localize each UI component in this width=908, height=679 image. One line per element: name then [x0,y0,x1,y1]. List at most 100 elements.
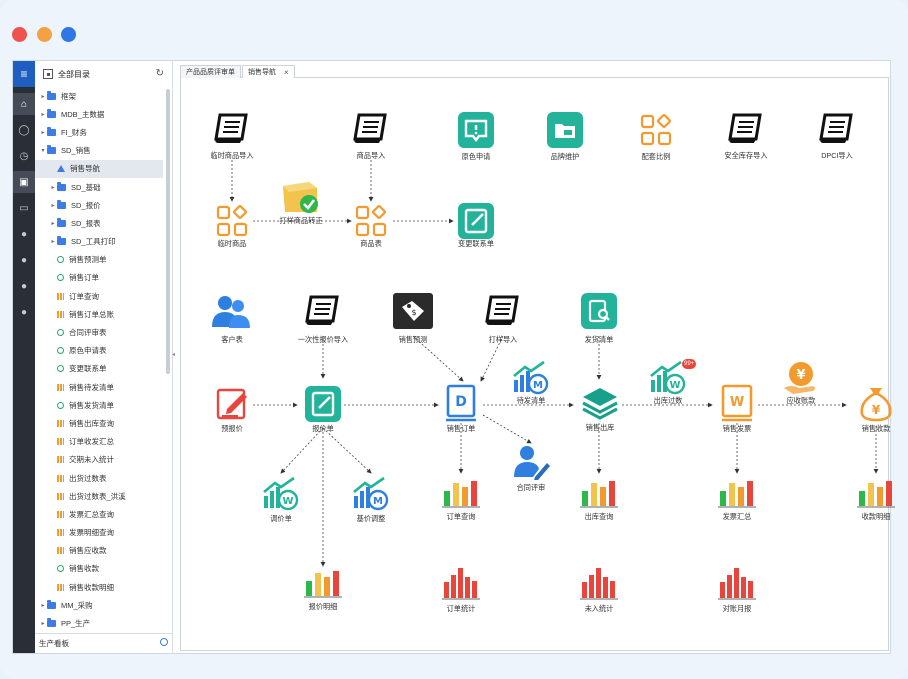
node-order-statistics[interactable]: 订单统计 [439,566,483,613]
node-change-contact[interactable]: 变更联系单 [454,203,498,248]
node-color-apply[interactable]: 原色申请 [454,112,498,161]
node-once-quote-import[interactable]: 一次性报价导入 [298,293,348,344]
node-quote-form[interactable]: 报价单 [301,386,345,433]
tree-item[interactable]: 订单收发汇总 [35,433,163,451]
tree-item[interactable]: 发票汇总查询 [35,505,163,523]
paper-icon [724,111,768,147]
node-sales-receipt[interactable]: ¥ 销售收款 [854,384,898,433]
close-window-button[interactable] [12,27,27,42]
tree-item[interactable]: 出货过数表 [35,469,163,487]
node-sales-outbound[interactable]: 销售出库 [578,385,622,432]
node-goods-import[interactable]: 商品导入 [349,111,393,160]
node-invoice-summary[interactable]: 发票汇总 [715,478,759,521]
tree-item[interactable]: 销售订单总账 [35,305,163,323]
chevron-right-icon[interactable]: ▸ [39,129,47,136]
tree-item[interactable]: 发票明细查询 [35,524,163,542]
tab-sales-nav[interactable]: 销售导航 × [242,65,295,78]
chevron-right-icon[interactable]: ▸ [39,111,47,118]
node-dpci-import[interactable]: DPCI导入 [815,111,859,160]
minimize-window-button[interactable] [37,27,52,42]
chevron-right-icon[interactable]: ▸ [49,184,57,191]
node-goods-table[interactable]: 商品表 [349,203,393,248]
coin-icon-4[interactable]: ● [13,301,35,323]
tree-scrollbar[interactable] [166,89,170,374]
coin-icon[interactable]: ● [13,223,35,245]
collapse-left-icon[interactable]: ◂ [172,351,175,358]
node-outbound-query[interactable]: 出库查询 [577,478,621,521]
refresh-icon[interactable]: ↻ [156,68,164,79]
tree-item[interactable]: ▸ PP_生产 [35,614,163,632]
node-temp-goods[interactable]: 临时商品 [210,203,254,248]
node-contract-review[interactable]: 合同评审 [509,443,553,492]
node-receipt-detail[interactable]: 收款明细 [854,478,898,521]
tree-item[interactable]: 销售订单 [35,269,163,287]
tree-item[interactable]: ▾ SD_销售 [35,142,163,160]
tree-item[interactable]: 销售出库查询 [35,414,163,432]
node-ratio[interactable]: 配套比例 [634,112,678,161]
tree-item[interactable]: 订单查询 [35,287,163,305]
tree-item[interactable]: 销售收款明细 [35,578,163,596]
module-icon[interactable]: ▭ [13,197,35,219]
node-order-query[interactable]: 订单查询 [439,478,483,521]
node-to-ship-list[interactable]: M 待发清单 [509,360,553,405]
node-monthly-reconcile[interactable]: 对账月报 [715,566,759,613]
chat-icon[interactable]: ◯ [13,119,35,141]
tree-item[interactable]: 销售导航 [35,159,163,178]
node-sales-forecast[interactable]: $ 销售预测 [391,293,435,344]
node-customer-table[interactable]: 客户表 [210,293,254,344]
node-label: 销售预测 [398,335,428,344]
node-temp-goods-import[interactable]: 临时商品导入 [210,111,254,160]
tree-item[interactable]: 销售收款 [35,560,163,578]
tree-item[interactable]: 原色申请表 [35,342,163,360]
node-base-price-adjust[interactable]: M 基价调整 [349,476,393,523]
chevron-right-icon[interactable]: ▸ [49,220,57,227]
tab-quality-review[interactable]: 产品品质评审单 [180,65,241,78]
tree-item[interactable]: ▸ SD_报表 [35,214,163,232]
chevron-right-icon[interactable]: ▸ [49,202,57,209]
tree-item[interactable]: ▸ MDB_主数据 [35,105,163,123]
node-sample-goods-fix[interactable]: 打样商品转正 [279,178,323,225]
node-ship-list[interactable]: 发货清单 [577,293,621,344]
node-receivable[interactable]: ¥ 应收账款 [779,360,823,405]
tree-item[interactable]: 交期未入统计 [35,451,163,469]
tree-search-input[interactable]: 生产看板 [39,638,69,649]
node-sales-invoice[interactable]: W 销售发票 [715,384,759,433]
tree-item[interactable]: ▸ SD_基础 [35,178,163,196]
tree-item[interactable]: 销售预测单 [35,251,163,269]
close-tab-icon[interactable]: × [284,68,289,77]
trend-w-icon: W [259,476,303,514]
chevron-right-icon[interactable]: ▸ [39,93,47,100]
home-icon[interactable]: ⌂ [13,93,35,115]
node-quote-detail[interactable]: 报价明细 [301,568,345,611]
node-pre-quote[interactable]: 预报价 [210,386,254,433]
tree-item[interactable]: 合同评审表 [35,323,163,341]
search-icon[interactable] [160,638,168,646]
node-unarrived-statistics[interactable]: 未入统计 [577,566,621,613]
tree-item[interactable]: 出货过数表_洪溪 [35,487,163,505]
tree-item[interactable]: 销售待发清单 [35,378,163,396]
coin-icon-2[interactable]: ● [13,249,35,271]
box-icon[interactable]: ▣ [13,171,35,193]
node-safety-stock-import[interactable]: 安全库存导入 [724,111,768,160]
tree-item[interactable]: ▸ FI_财务 [35,123,163,141]
chevron-down-icon[interactable]: ▾ [39,147,47,154]
tree-item[interactable]: ▸ SD_报价 [35,196,163,214]
chevron-right-icon[interactable]: ▸ [49,238,57,245]
menu-icon[interactable]: ≡ [13,61,35,87]
node-brand-maintain[interactable]: 品牌维护 [543,112,587,161]
tree-item[interactable]: ▸ 框架 [35,87,163,105]
tree-item[interactable]: 变更联系单 [35,360,163,378]
clock-icon[interactable]: ◷ [13,145,35,167]
tree-search[interactable]: 生产看板 [35,633,172,653]
tree-item[interactable]: ▸ MM_采购 [35,596,163,614]
tree-item[interactable]: ▸ SD_工具打印 [35,233,163,251]
chevron-right-icon[interactable]: ▸ [39,620,47,627]
coin-icon-3[interactable]: ● [13,275,35,297]
tree-item[interactable]: 销售应收款 [35,542,163,560]
maximize-window-button[interactable] [61,27,76,42]
node-sales-order[interactable]: D 销售订单 [439,384,483,433]
tree-item[interactable]: 销售发货清单 [35,396,163,414]
node-price-adjust[interactable]: W 调价单 [259,476,303,523]
chevron-right-icon[interactable]: ▸ [39,602,47,609]
node-proof-import[interactable]: 打样导入 [481,293,525,344]
